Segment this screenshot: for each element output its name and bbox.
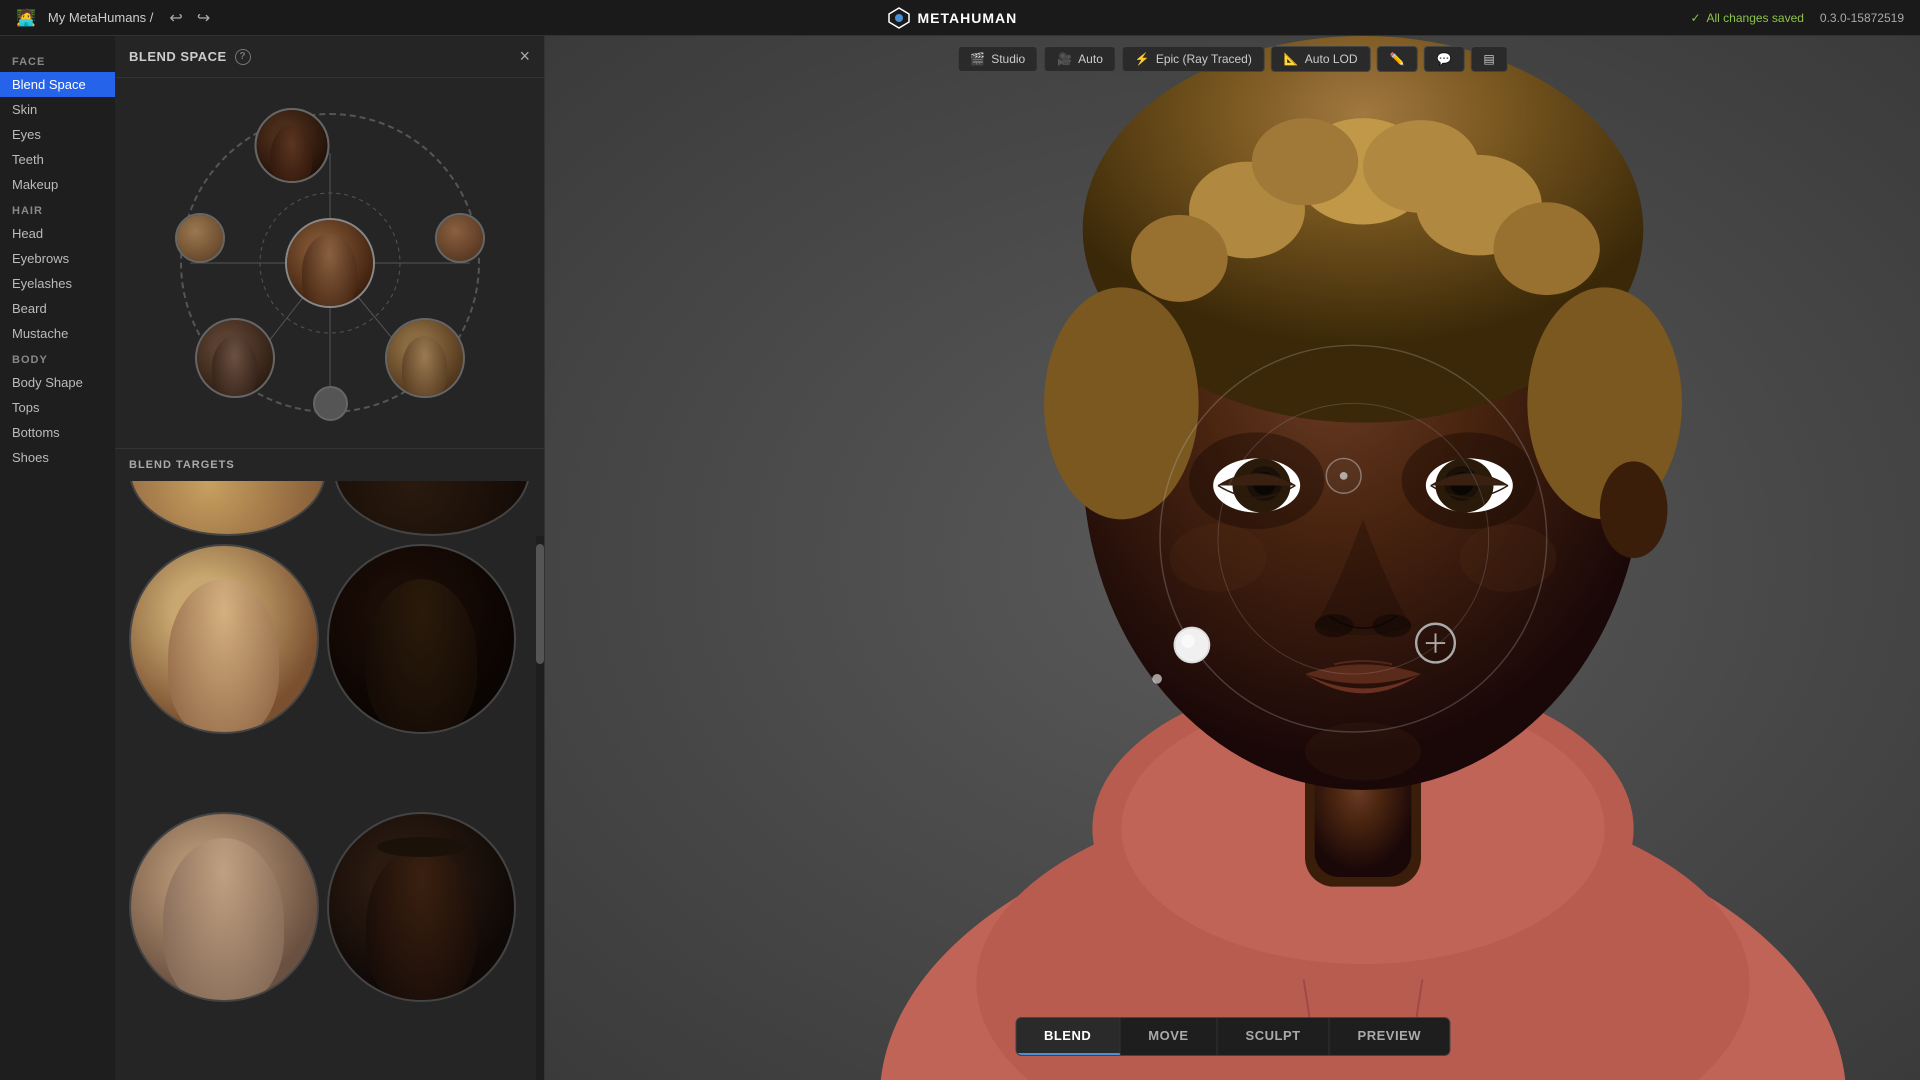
auto-icon: 🎥 xyxy=(1057,52,1072,66)
epic-ray-button[interactable]: ⚡ Epic (Ray Traced) xyxy=(1122,46,1265,72)
studio-icon: 🎬 xyxy=(970,52,985,66)
blend-panel-title: BLEND SPACE ? xyxy=(129,49,251,65)
tab-sculpt[interactable]: SCULPT xyxy=(1218,1018,1330,1055)
blend-node-right[interactable] xyxy=(435,213,485,263)
sidebar-item-teeth[interactable]: Teeth xyxy=(0,147,115,172)
top-bar-right: ✓ All changes saved 0.3.0-15872519 xyxy=(1690,11,1904,25)
app-icon: 🧑‍💻 xyxy=(16,8,36,28)
viewport-toolbar: 🎬 Studio 🎥 Auto ⚡ Epic (Ray Traced) 📐 Au… xyxy=(957,46,1508,72)
version-text: 0.3.0-15872519 xyxy=(1820,11,1904,25)
tab-move[interactable]: MOVE xyxy=(1120,1018,1217,1055)
chat-button[interactable]: 💬 xyxy=(1423,46,1464,72)
sidebar-item-eyelashes[interactable]: Eyelashes xyxy=(0,271,115,296)
blend-node-center[interactable] xyxy=(285,218,375,308)
lod-icon: 📐 xyxy=(1284,52,1299,66)
sidebar-item-head[interactable]: Head xyxy=(0,221,115,246)
blend-targets-grid xyxy=(115,536,536,1080)
sidebar-item-skin[interactable]: Skin xyxy=(0,97,115,122)
hair-section-title: HAIR xyxy=(0,197,115,221)
sidebar-item-mustache[interactable]: Mustache xyxy=(0,321,115,346)
blend-target-partial-1[interactable] xyxy=(129,481,326,536)
sidebar-item-beard[interactable]: Beard xyxy=(0,296,115,321)
info-icon[interactable]: ? xyxy=(235,49,251,65)
auto-button[interactable]: 🎥 Auto xyxy=(1044,46,1116,72)
scroll-track[interactable] xyxy=(536,536,544,1080)
sidebar-item-eyes[interactable]: Eyes xyxy=(0,122,115,147)
scroll-thumb[interactable] xyxy=(536,544,544,664)
blend-target-partial-2[interactable] xyxy=(334,481,531,536)
sidebar-item-blend-space[interactable]: Blend Space xyxy=(0,72,115,97)
blend-circle-container xyxy=(180,113,480,413)
top-bar: 🧑‍💻 My MetaHumans / ↩ ↪ METAHUMAN ✓ All … xyxy=(0,0,1920,36)
sidebar-item-makeup[interactable]: Makeup xyxy=(0,172,115,197)
metahuman-logo: METAHUMAN xyxy=(887,6,1017,30)
left-sidebar: FACE Blend Space Skin Eyes Teeth Makeup … xyxy=(0,36,115,1080)
menu-button[interactable]: ▤ xyxy=(1470,46,1507,72)
blend-targets-grid-wrapper xyxy=(115,536,544,1080)
tab-blend[interactable]: BLEND xyxy=(1016,1018,1120,1055)
undo-button[interactable]: ↩ xyxy=(165,6,186,30)
blend-targets-section: BLEND TARGETS xyxy=(115,448,544,1080)
character-render xyxy=(545,36,1920,1080)
redo-button[interactable]: ↪ xyxy=(193,6,214,30)
blend-space-canvas[interactable] xyxy=(115,78,544,448)
epic-icon: ⚡ xyxy=(1135,52,1150,66)
blend-target-3[interactable] xyxy=(129,812,319,1002)
main-viewport[interactable]: 🎬 Studio 🎥 Auto ⚡ Epic (Ray Traced) 📐 Au… xyxy=(545,36,1920,1080)
blend-target-1[interactable] xyxy=(129,544,319,734)
logo-icon xyxy=(887,6,911,30)
blend-node-bottom[interactable] xyxy=(313,386,348,421)
brush-button[interactable]: ✏️ xyxy=(1377,46,1418,72)
sidebar-item-eyebrows[interactable]: Eyebrows xyxy=(0,246,115,271)
checkmark-icon: ✓ xyxy=(1690,11,1700,25)
close-button[interactable]: × xyxy=(519,46,530,67)
tab-preview[interactable]: PREVIEW xyxy=(1330,1018,1449,1055)
blend-targets-header: BLEND TARGETS xyxy=(115,448,544,481)
blend-node-left[interactable] xyxy=(175,213,225,263)
face-section-title: FACE xyxy=(0,48,115,72)
blend-panel-header: BLEND SPACE ? × xyxy=(115,36,544,78)
character-svg xyxy=(545,36,1920,1080)
bottom-toolbar: BLEND MOVE SCULPT PREVIEW xyxy=(1015,1017,1450,1056)
blend-target-2[interactable] xyxy=(327,544,517,734)
sidebar-item-shoes[interactable]: Shoes xyxy=(0,445,115,470)
app-title: My MetaHumans / xyxy=(48,10,153,25)
saved-text: All changes saved xyxy=(1707,11,1804,25)
blend-target-4[interactable] xyxy=(327,812,517,1002)
top-bar-left: 🧑‍💻 My MetaHumans / ↩ ↪ xyxy=(16,6,214,30)
saved-indicator: ✓ All changes saved xyxy=(1690,11,1803,25)
body-section-title: BODY xyxy=(0,346,115,370)
blend-node-bottom-right[interactable] xyxy=(385,318,465,398)
sidebar-item-body-shape[interactable]: Body Shape xyxy=(0,370,115,395)
sidebar-item-tops[interactable]: Tops xyxy=(0,395,115,420)
blend-node-top[interactable] xyxy=(254,108,329,183)
sidebar-item-bottoms[interactable]: Bottoms xyxy=(0,420,115,445)
blend-node-bottom-left[interactable] xyxy=(195,318,275,398)
blend-targets-top-partial xyxy=(115,481,544,536)
studio-button[interactable]: 🎬 Studio xyxy=(957,46,1038,72)
undo-redo-group: ↩ ↪ xyxy=(165,6,214,30)
auto-lod-button[interactable]: 📐 Auto LOD xyxy=(1271,46,1371,72)
top-bar-center: METAHUMAN xyxy=(887,6,1017,30)
main-content: FACE Blend Space Skin Eyes Teeth Makeup … xyxy=(0,36,1920,1080)
blend-panel: BLEND SPACE ? × xyxy=(115,36,545,1080)
